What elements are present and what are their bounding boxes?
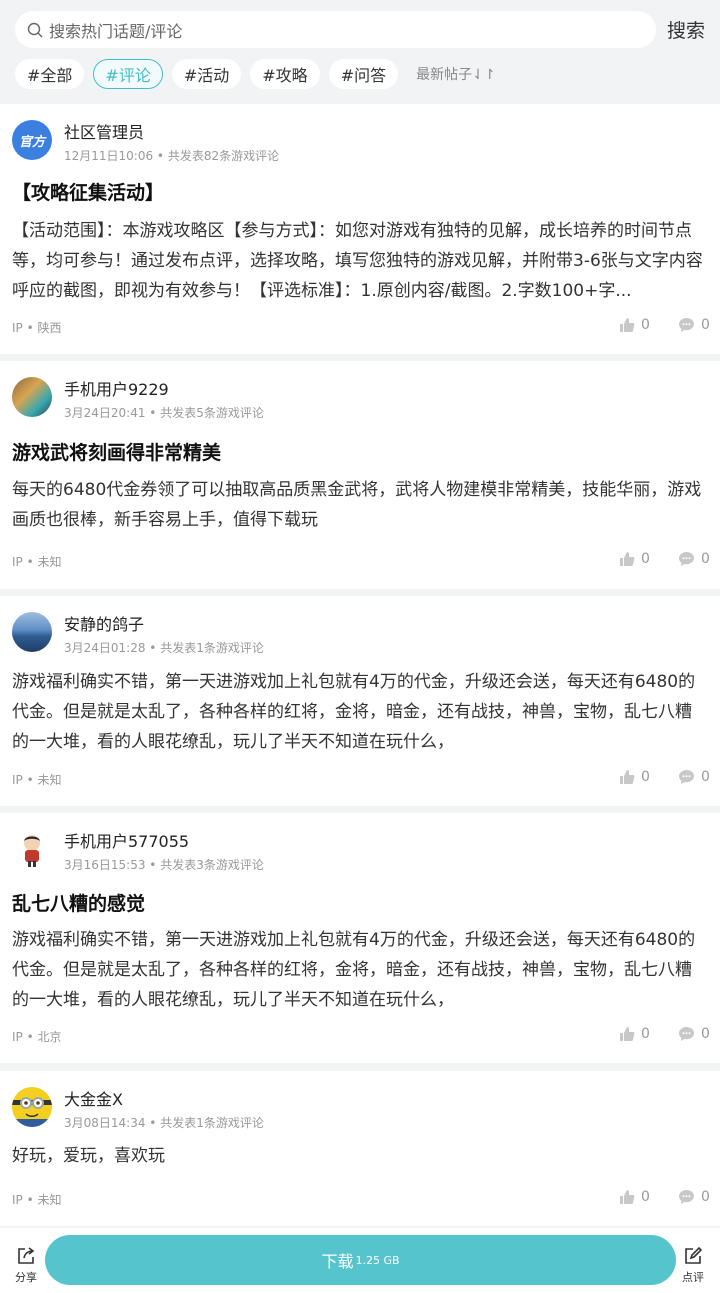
review-label: 点评 xyxy=(682,1271,704,1284)
comment-button[interactable]: 0 xyxy=(678,1189,710,1205)
thumbs-up-icon xyxy=(620,318,635,332)
search-placeholder: 搜索热门话题/评论 xyxy=(49,21,183,41)
post-meta: 3月08日14:34 • 共发表1条游戏评论 xyxy=(64,1116,264,1130)
filter-tabs: #全部 #评论 #活动 #攻略 #问答 最新帖子⇃↾ xyxy=(15,59,496,89)
post-meta: 3月24日20:41 • 共发表5条游戏评论 xyxy=(64,406,264,420)
edit-icon xyxy=(685,1246,703,1264)
like-button[interactable]: 0 xyxy=(619,317,650,333)
post-meta: 3月24日01:28 • 共发表1条游戏评论 xyxy=(64,641,264,655)
tab-all[interactable]: #全部 xyxy=(15,59,85,89)
share-label: 分享 xyxy=(15,1271,37,1284)
username[interactable]: 手机用户577055 xyxy=(64,828,189,852)
search-button[interactable]: 搜索 xyxy=(667,16,705,43)
download-label: 下载 xyxy=(321,1252,354,1271)
post-card[interactable]: 手机用户577055 3月16日15:53 • 共发表3条游戏评论 乱七八糟的感… xyxy=(0,813,720,1063)
ip-location: IP • 北京 xyxy=(12,1030,62,1044)
thumbs-up-icon xyxy=(620,1190,635,1204)
review-button[interactable]: 点评 xyxy=(679,1246,707,1285)
ip-location: IP • 未知 xyxy=(12,1193,62,1207)
username[interactable]: 大金金X xyxy=(64,1086,123,1110)
post-title[interactable]: 游戏武将刻画得非常精美 xyxy=(12,438,221,465)
comment-count: 0 xyxy=(701,769,710,785)
ip-location: IP • 未知 xyxy=(12,773,62,787)
post-card[interactable]: 手机用户9229 3月24日20:41 • 共发表5条游戏评论 游戏武将刻画得非… xyxy=(0,361,720,589)
post-content[interactable]: 游戏福利确实不错，第一天进游戏加上礼包就有4万的代金，升级还会送，每天还有648… xyxy=(12,925,708,1015)
comment-button[interactable]: 0 xyxy=(678,551,710,567)
post-content[interactable]: 每天的6480代金券领了可以抽取高品质黑金武将，武将人物建模非常精美，技能华丽，… xyxy=(12,475,708,535)
post-card[interactable]: 安静的鸽子 3月24日01:28 • 共发表1条游戏评论 游戏福利确实不错，第一… xyxy=(0,596,720,806)
tab-events[interactable]: #活动 xyxy=(171,59,242,89)
minion-avatar-image xyxy=(12,1097,52,1127)
comment-count: 0 xyxy=(701,1026,710,1042)
like-button[interactable]: 0 xyxy=(619,1189,650,1205)
post-title[interactable]: 【攻略征集活动】 xyxy=(12,178,164,205)
post-card[interactable]: 大金金X 3月08日14:34 • 共发表1条游戏评论 好玩，爱玩，喜欢玩 IP… xyxy=(0,1071,720,1226)
post-title[interactable]: 乱七八糟的感觉 xyxy=(12,889,145,916)
like-count: 0 xyxy=(641,769,650,785)
ip-location: IP • 陕西 xyxy=(12,321,62,335)
comment-icon xyxy=(679,552,694,566)
post-content[interactable]: 游戏福利确实不错，第一天进游戏加上礼包就有4万的代金，升级还会送，每天还有648… xyxy=(12,667,708,757)
post-card[interactable]: 官方 社区管理员 12月11日10:06 • 共发表82条游戏评论 【攻略征集活… xyxy=(0,104,720,354)
comment-count: 0 xyxy=(701,551,710,567)
share-icon xyxy=(18,1247,35,1264)
ip-location: IP • 未知 xyxy=(12,555,62,569)
tab-qa[interactable]: #问答 xyxy=(328,59,399,89)
post-meta: 12月11日10:06 • 共发表82条游戏评论 xyxy=(64,149,280,163)
comment-icon xyxy=(679,1027,694,1041)
thumbs-up-icon xyxy=(620,1027,635,1041)
search-input[interactable]: 搜索热门话题/评论 xyxy=(15,11,656,48)
username[interactable]: 社区管理员 xyxy=(64,119,144,143)
comment-button[interactable]: 0 xyxy=(678,317,710,333)
avatar[interactable] xyxy=(12,829,52,869)
thumbs-up-icon xyxy=(620,552,635,566)
official-badge-text: 官方 xyxy=(18,134,45,150)
comment-icon xyxy=(679,318,694,332)
share-button[interactable]: 分享 xyxy=(12,1246,40,1285)
tab-guides[interactable]: #攻略 xyxy=(250,59,320,89)
thumbs-up-icon xyxy=(620,770,635,784)
like-button[interactable]: 0 xyxy=(619,551,650,567)
post-content[interactable]: 【活动范围】：本游戏攻略区【参与方式】：如您对游戏有独特的见解，成长培养的时间节… xyxy=(12,216,708,306)
post-content[interactable]: 好玩，爱玩，喜欢玩 xyxy=(12,1141,708,1171)
comment-button[interactable]: 0 xyxy=(678,1026,710,1042)
comment-count: 0 xyxy=(701,1189,710,1205)
like-button[interactable]: 0 xyxy=(619,769,650,785)
username[interactable]: 手机用户9229 xyxy=(64,376,169,400)
like-count: 0 xyxy=(641,1026,650,1042)
comment-icon xyxy=(679,770,694,784)
comment-icon xyxy=(679,1190,694,1204)
like-button[interactable]: 0 xyxy=(619,1026,650,1042)
username[interactable]: 安静的鸽子 xyxy=(64,611,144,635)
avatar[interactable] xyxy=(12,1087,52,1127)
sort-dropdown[interactable]: 最新帖子⇃↾ xyxy=(416,64,495,84)
bottom-action-bar: 分享 下载 1.25 GB 点评 xyxy=(0,1228,720,1293)
cartoon-avatar-image xyxy=(24,835,40,867)
avatar[interactable]: 官方 xyxy=(12,120,52,160)
top-header: 搜索热门话题/评论 搜索 #全部 #评论 #活动 #攻略 #问答 最新帖子⇃↾ xyxy=(0,0,720,103)
download-size: 1.25 GB xyxy=(355,1253,400,1267)
avatar[interactable] xyxy=(12,612,52,652)
like-count: 0 xyxy=(641,551,650,567)
comment-button[interactable]: 0 xyxy=(678,769,710,785)
post-meta: 3月16日15:53 • 共发表3条游戏评论 xyxy=(64,858,264,872)
comment-count: 0 xyxy=(701,317,710,333)
download-button[interactable]: 下载 1.25 GB xyxy=(45,1235,676,1285)
avatar[interactable] xyxy=(12,377,52,417)
like-count: 0 xyxy=(641,1189,650,1205)
like-count: 0 xyxy=(641,317,650,333)
search-icon xyxy=(27,22,43,37)
tab-reviews[interactable]: #评论 xyxy=(93,59,163,89)
